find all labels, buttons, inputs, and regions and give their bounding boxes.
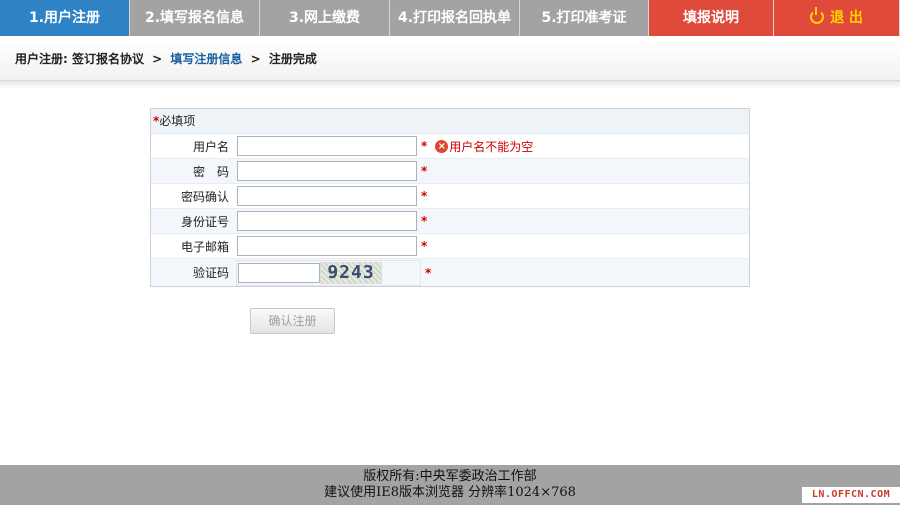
required-star: * bbox=[421, 139, 428, 153]
email-label: 电子邮箱 bbox=[180, 239, 229, 254]
tab-user-register[interactable]: 1.用户注册 bbox=[0, 0, 130, 36]
tab-online-payment[interactable]: 3.网上缴费 bbox=[260, 0, 390, 36]
required-label: 必填项 bbox=[159, 114, 196, 128]
form-row-password: 密 码 * bbox=[151, 159, 749, 184]
required-star: * bbox=[421, 214, 428, 228]
required-star: * bbox=[421, 164, 428, 178]
captcha-group: 9243 bbox=[236, 259, 421, 286]
captcha-input[interactable] bbox=[238, 262, 320, 283]
confirm-register-button[interactable]: 确认注册 bbox=[250, 308, 335, 334]
form-row-email: 电子邮箱 * bbox=[151, 234, 749, 259]
copyright-text: 版权所有:中央军委政治工作部 bbox=[363, 469, 537, 484]
breadcrumb-prefix: 用户注册: 签订报名协议 bbox=[15, 52, 144, 66]
captcha-label: 验证码 bbox=[192, 266, 229, 280]
email-input[interactable] bbox=[237, 236, 417, 256]
divider bbox=[0, 81, 900, 89]
breadcrumb-last-step: 注册完成 bbox=[268, 52, 317, 66]
username-input[interactable] bbox=[237, 136, 417, 156]
password-input[interactable] bbox=[237, 161, 417, 181]
username-error: × 用户名不能为空 bbox=[435, 138, 533, 155]
top-navigation: 1.用户注册 2.填写报名信息 3.网上缴费 4.打印报名回执单 5.打印准考证… bbox=[0, 0, 900, 36]
tab-print-receipt[interactable]: 4.打印报名回执单 bbox=[390, 0, 520, 36]
breadcrumb-separator: > bbox=[250, 52, 261, 66]
breadcrumb: 用户注册: 签订报名协议 > 填写注册信息 > 注册完成 bbox=[0, 40, 900, 81]
breadcrumb-current-step: 填写注册信息 bbox=[170, 52, 243, 66]
power-icon bbox=[810, 7, 825, 24]
required-star: * bbox=[425, 265, 432, 280]
watermark-logo: LN.OFFCN.COM bbox=[802, 487, 900, 503]
breadcrumb-separator: > bbox=[152, 52, 163, 66]
footer: 版权所有:中央军委政治工作部 建议使用IE8版本浏览器 分辨率1024×768 bbox=[0, 465, 900, 505]
tab-print-admission-ticket[interactable]: 5.打印准考证 bbox=[520, 0, 649, 36]
password-label: 密 码 bbox=[192, 164, 229, 179]
error-icon: × bbox=[435, 139, 449, 153]
form-row-password-confirm: 密码确认 * bbox=[151, 184, 749, 209]
id-number-input[interactable] bbox=[237, 211, 417, 231]
form-row-username: 用户名 * × 用户名不能为空 bbox=[151, 134, 749, 159]
tab-filling-instructions[interactable]: 填报说明 bbox=[649, 0, 774, 36]
exit-button[interactable]: 退 出 bbox=[774, 0, 900, 36]
password-confirm-label: 密码确认 bbox=[180, 189, 229, 204]
registration-form: *必填项 用户名 * × 用户名不能为空 密 码 * 密码确认 * 身份证号 *… bbox=[150, 108, 750, 287]
password-confirm-input[interactable] bbox=[237, 186, 417, 206]
required-star: * bbox=[421, 239, 428, 253]
required-star: * bbox=[421, 189, 428, 203]
id-number-label: 身份证号 bbox=[180, 214, 229, 229]
username-label: 用户名 bbox=[192, 139, 229, 154]
username-error-text: 用户名不能为空 bbox=[449, 139, 534, 154]
tab-fill-registration-info[interactable]: 2.填写报名信息 bbox=[130, 0, 260, 36]
exit-label: 退 出 bbox=[830, 10, 863, 26]
captcha-image[interactable]: 9243 bbox=[320, 261, 382, 284]
form-row-captcha: 验证码 9243 * bbox=[151, 259, 749, 286]
browser-recommendation-text: 建议使用IE8版本浏览器 分辨率1024×768 bbox=[324, 485, 576, 500]
required-note: *必填项 bbox=[151, 109, 749, 134]
form-row-id-number: 身份证号 * bbox=[151, 209, 749, 234]
